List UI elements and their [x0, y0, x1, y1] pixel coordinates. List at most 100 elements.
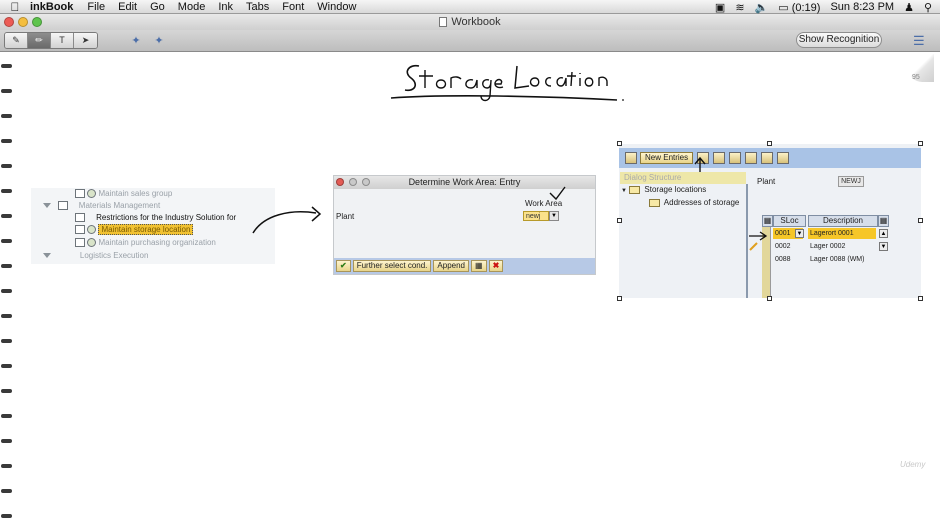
execute-icon [87, 189, 97, 199]
spiral-ring [1, 314, 12, 318]
table-row-sloc[interactable]: 0002 [773, 241, 803, 252]
sloc-dropdown-icon[interactable]: ▼ [795, 229, 804, 238]
text-tool-button[interactable]: T [51, 33, 74, 48]
apple-menu-icon[interactable]:  [0, 0, 30, 14]
table-row-sloc[interactable]: 0088 [773, 254, 803, 265]
new-entries-button[interactable]: New Entries [640, 152, 694, 164]
scroll-up-icon[interactable]: ▲ [879, 229, 888, 238]
table-row-description[interactable]: Lager 0088 (WM) [808, 254, 876, 265]
sidebar-toggle-icon[interactable]: ☰ [913, 33, 925, 49]
menu-bar:  inkBook File Edit Go Mode Ink Tabs Fon… [0, 0, 940, 14]
resize-handle[interactable] [918, 218, 923, 223]
spiral-ring [1, 189, 12, 193]
menu-ink[interactable]: Ink [218, 1, 233, 13]
spiral-ring [1, 514, 12, 518]
table-row-description[interactable]: Lagerort 0001 [808, 228, 876, 239]
delete-page-icon[interactable]: ✦ [151, 34, 167, 48]
spiral-ring [1, 414, 12, 418]
resize-handle[interactable] [617, 218, 622, 223]
tree-row-label: Materials Management [78, 201, 161, 210]
table-row-description[interactable]: Lager 0002 [808, 241, 876, 252]
collapse-triangle-icon: ▼ [621, 188, 627, 194]
dialog-structure-header: Dialog Structure [620, 172, 746, 184]
column-header-sloc[interactable]: SLoc [773, 215, 806, 227]
window-controls [4, 17, 42, 27]
plant-label: Plant [757, 177, 776, 186]
expand-triangle-icon [43, 203, 51, 208]
tree-row-label: Maintain purchasing organization [98, 238, 216, 247]
battery-status[interactable]: ▭ (0:19) [778, 1, 820, 14]
cancel-icon[interactable]: ✖ [488, 260, 504, 272]
resize-handle[interactable] [918, 141, 923, 146]
resize-handle[interactable] [767, 296, 772, 301]
menu-go[interactable]: Go [150, 1, 165, 13]
select-block-icon[interactable] [761, 152, 773, 164]
tool-selector: ✎ ✏ T ➤ [4, 32, 98, 49]
spiral-ring [1, 139, 12, 143]
edit-mode-icon[interactable] [625, 152, 637, 164]
spiral-ring [1, 164, 12, 168]
work-area-dropdown-icon[interactable]: ▼ [549, 211, 559, 221]
further-select-button[interactable]: Further select cond. [352, 260, 432, 272]
select-all-icon[interactable] [745, 152, 757, 164]
scroll-down-icon[interactable]: ▼ [879, 242, 888, 251]
resize-handle[interactable] [767, 141, 772, 146]
select-tool-button[interactable]: ➤ [74, 33, 97, 48]
menu-edit[interactable]: Edit [118, 1, 137, 13]
tree-row: Restrictions for the Industry Solution f… [75, 212, 236, 224]
deselect-all-icon[interactable] [777, 152, 789, 164]
append-button[interactable]: Append [433, 260, 469, 272]
sap-storage-location-view[interactable]: New Entries Dialog Structure ▼ Storage l… [619, 144, 921, 298]
dialog-minimize-button[interactable] [349, 178, 357, 186]
spiral-ring [1, 89, 12, 93]
menu-mode[interactable]: Mode [178, 1, 206, 13]
zoom-window-button[interactable] [32, 17, 42, 27]
table-settings-icon[interactable]: ▦ [762, 215, 773, 227]
menu-tabs[interactable]: Tabs [246, 1, 269, 13]
multiple-selection-icon[interactable]: ▦ [471, 260, 487, 272]
work-area-input[interactable]: newj [523, 211, 549, 221]
delete-icon[interactable] [713, 152, 725, 164]
spotlight-search-icon[interactable]: ⚲ [924, 1, 932, 14]
close-window-button[interactable] [4, 17, 14, 27]
ink-check-arrow-icon [549, 186, 566, 201]
app-menu[interactable]: inkBook [30, 1, 73, 13]
menu-window[interactable]: Window [317, 1, 356, 13]
minimize-window-button[interactable] [18, 17, 28, 27]
highlighter-tool-button[interactable]: ✏ [28, 33, 51, 48]
handwritten-title[interactable]: Storage Location [385, 58, 630, 108]
window-title: Workbook [451, 16, 501, 28]
confirm-icon[interactable]: ✔ [336, 260, 351, 272]
ink-pointer-arrow-icon [749, 231, 768, 251]
dialog-close-button[interactable] [336, 178, 344, 186]
volume-icon[interactable]: 🔈 [755, 1, 769, 14]
page-number: 95 [912, 74, 920, 81]
resize-handle[interactable] [918, 296, 923, 301]
column-header-description[interactable]: Description [808, 215, 878, 227]
menu-file[interactable]: File [87, 1, 105, 13]
tree-row: Maintain sales group [75, 188, 172, 200]
show-recognition-button[interactable]: Show Recognition [796, 32, 882, 48]
tree-item-addresses[interactable]: Addresses of storage [649, 198, 739, 207]
notebook-spiral [0, 52, 14, 529]
menu-font[interactable]: Font [282, 1, 304, 13]
folder-icon [649, 198, 660, 207]
resize-handle[interactable] [617, 141, 622, 146]
insert-page-icon[interactable]: ✦ [128, 34, 144, 48]
screen-record-icon[interactable]: ▣ [715, 1, 725, 14]
activity-icon [75, 213, 85, 223]
ink-arrow-icon[interactable] [250, 205, 325, 237]
document-icon [439, 17, 448, 27]
resize-handle[interactable] [617, 296, 622, 301]
user-icon[interactable]: ♟ [904, 1, 914, 14]
tree-item-storage-locations[interactable]: ▼ Storage locations [621, 185, 706, 194]
dialog-zoom-button[interactable] [362, 178, 370, 186]
wifi-icon[interactable]: ≋ [735, 1, 744, 14]
menu-clock[interactable]: Sun 8:23 PM [830, 1, 894, 13]
undo-icon[interactable] [729, 152, 741, 164]
column-config-icon[interactable]: ▦ [878, 215, 889, 227]
pen-tool-button[interactable]: ✎ [5, 33, 28, 48]
activity-icon [75, 238, 85, 248]
spiral-ring [1, 114, 12, 118]
sap-tree-snippet[interactable]: Maintain sales group Materials Managemen… [31, 188, 275, 264]
